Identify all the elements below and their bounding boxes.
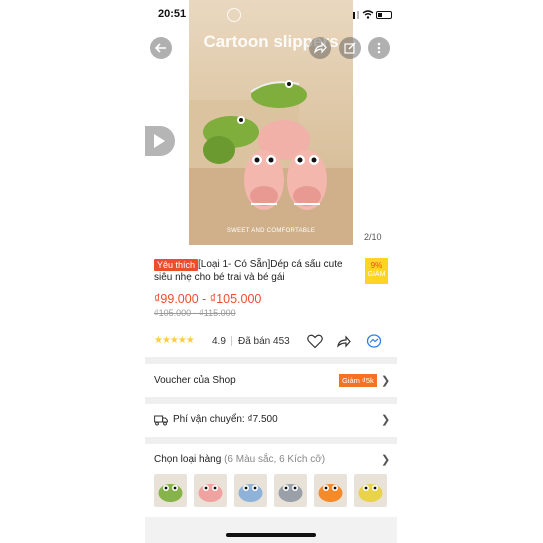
share-icon[interactable] (336, 334, 352, 349)
image-caption: SWEET AND COMFORTABLE (226, 228, 316, 234)
image-pager: 2/10 (364, 232, 382, 242)
back-button[interactable] (150, 37, 172, 59)
star-rating: ★★★★★ (154, 335, 195, 346)
chevron-right-icon: ❯ (381, 454, 391, 466)
price: ₫99.000 - ₫105.000 (154, 292, 262, 306)
chevron-right-icon: ❯ (381, 414, 391, 426)
variant-thumbnail[interactable] (194, 474, 227, 507)
bottom-safe-area (145, 517, 397, 543)
shipping-fee: Phí vận chuyển: ₫7.500 (173, 414, 278, 425)
share-icon (314, 41, 327, 54)
product-image[interactable]: Cartoon slippers SWEET AND COMFORTABLE (189, 0, 353, 245)
discount-badge: 9% GIẢM (365, 258, 388, 284)
variant-selector-row[interactable]: Chọn loại hàng (6 Màu sắc, 6 Kích cỡ) ❯ (145, 444, 397, 476)
product-page: 20:51 ➶ Cartoon slippers (145, 0, 397, 543)
discount-label: GIẢM (367, 271, 386, 278)
rating-value: 4.9 (212, 336, 226, 347)
more-vertical-icon (377, 42, 381, 54)
share-button[interactable] (309, 37, 331, 59)
rating-row: ★★★★★ 4.9 Đã bán 453 (154, 334, 394, 349)
section-divider (145, 357, 397, 364)
variant-thumbnail[interactable] (234, 474, 267, 507)
old-price: ₫105.000 - ₫115.000 (154, 308, 236, 318)
shipping-row[interactable]: Phí vận chuyển: ₫7.500 ❯ (145, 404, 397, 436)
play-video-button[interactable] (145, 126, 175, 156)
variant-title: Chọn loại hàng (154, 454, 222, 465)
variant-label: Chọn loại hàng (6 Màu sắc, 6 Kích cỡ) (154, 454, 325, 465)
voucher-label: Voucher của Shop (154, 375, 236, 386)
home-indicator (226, 533, 316, 537)
favorite-badge: Yêu thích (154, 259, 199, 271)
variant-thumbnail[interactable] (154, 474, 187, 507)
variant-thumbnail[interactable] (354, 474, 387, 507)
more-button[interactable] (368, 37, 390, 59)
play-icon (154, 134, 165, 148)
status-time: 20:51 (158, 8, 187, 20)
edit-button[interactable] (339, 37, 361, 59)
variant-thumbnail[interactable] (314, 474, 347, 507)
slippers-illustration (203, 80, 327, 210)
messenger-icon[interactable] (366, 334, 382, 349)
shop-voucher-row[interactable]: Voucher của Shop Giảm ₫5k ❯ (145, 365, 397, 397)
section-divider (145, 397, 397, 404)
variant-thumbnails (154, 474, 394, 510)
voucher-tag: Giảm ₫5k (339, 374, 377, 387)
battery-icon (376, 11, 392, 19)
arrow-left-icon (154, 43, 166, 53)
sold-count: Đã bán 453 (238, 336, 290, 347)
heart-icon[interactable] (307, 334, 323, 349)
wifi-icon (362, 10, 374, 19)
discount-percent: 9% (370, 261, 383, 270)
truck-icon (154, 415, 168, 426)
variant-count: (6 Màu sắc, 6 Kích cỡ) (224, 454, 326, 465)
chevron-right-icon: ❯ (381, 375, 391, 387)
section-divider (145, 437, 397, 444)
edit-icon (344, 42, 356, 54)
variant-thumbnail[interactable] (274, 474, 307, 507)
divider (231, 336, 232, 346)
